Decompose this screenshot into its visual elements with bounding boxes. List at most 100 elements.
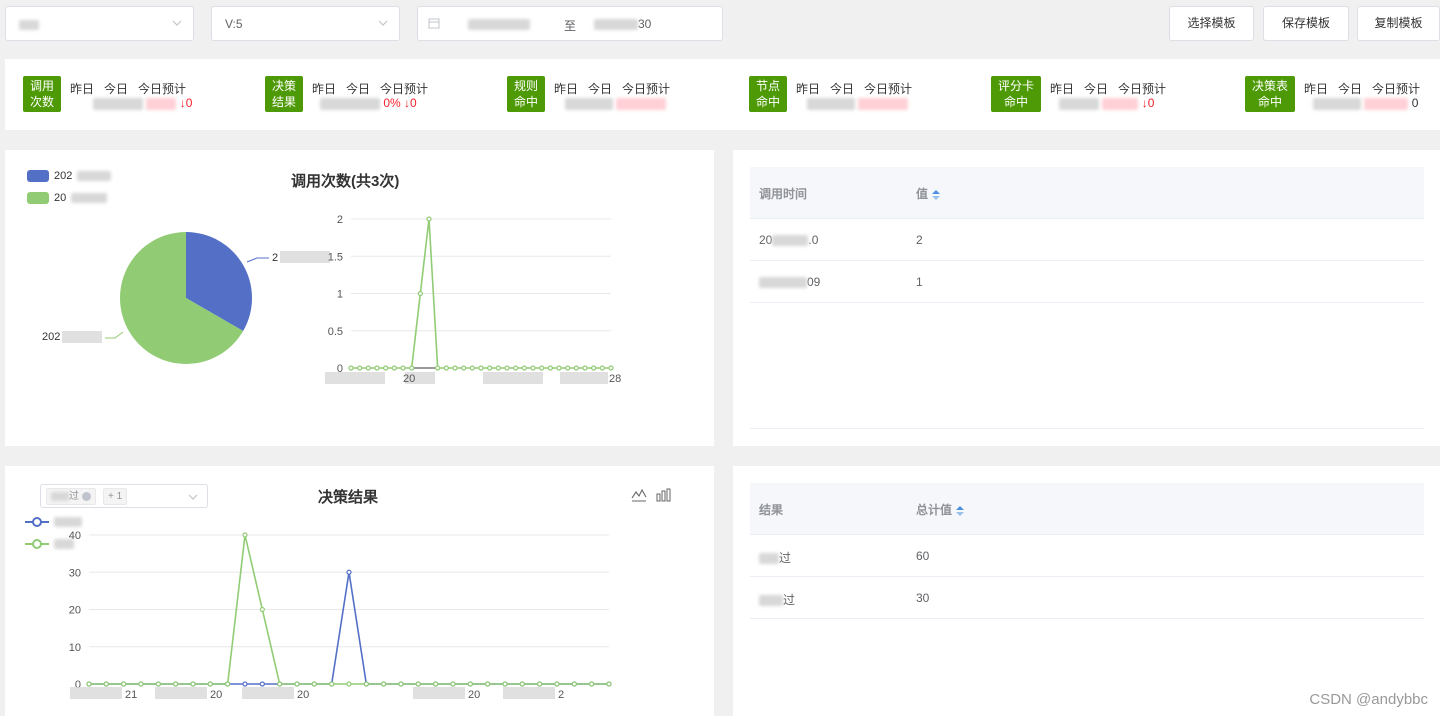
x-tick-label: 21	[125, 689, 137, 701]
data-point	[589, 681, 595, 687]
data-point	[190, 681, 196, 687]
select-template-button[interactable]: 选择模板	[1169, 6, 1254, 41]
calls-table-panel: 调用时间 值 20.0 2 09 1	[733, 150, 1440, 446]
data-point	[259, 606, 265, 613]
data-point	[485, 681, 491, 687]
data-point	[565, 365, 571, 371]
data-point	[504, 365, 510, 371]
data-point	[138, 681, 144, 687]
data-point	[467, 681, 473, 687]
data-point	[173, 681, 179, 687]
data-point	[591, 365, 597, 371]
data-point	[311, 681, 317, 687]
data-point	[433, 681, 439, 687]
blurred-tick	[560, 372, 608, 384]
x-tick-label: 2	[558, 689, 564, 701]
top-toolbar: V:5 至 30 选择模板 保存模板 复制模板	[0, 0, 1440, 48]
data-point	[547, 365, 553, 371]
data-point	[374, 365, 380, 371]
data-point	[435, 365, 441, 371]
data-point	[155, 681, 161, 687]
data-point	[242, 532, 248, 538]
data-point	[400, 365, 406, 371]
sort-icon[interactable]	[932, 189, 941, 200]
data-point	[606, 681, 612, 687]
data-point	[365, 365, 371, 371]
data-point	[582, 365, 588, 371]
data-point	[383, 365, 389, 371]
data-point	[495, 365, 501, 371]
table-row: 过 30	[750, 577, 1424, 619]
stat-tag: 调用 次数	[23, 76, 61, 112]
chevron-down-icon	[378, 20, 388, 26]
version-select[interactable]: V:5	[211, 6, 400, 41]
calls-chart-panel: 202 20 调用次数(共3次) 2 202 0 0.5 1 1.5 2 20 28	[5, 150, 714, 446]
data-point	[513, 365, 519, 371]
data-point	[478, 365, 484, 371]
data-point	[294, 681, 300, 687]
blurred-tick	[325, 372, 385, 384]
data-point	[103, 681, 109, 687]
calls-line-chart: 00.511.5220 28	[325, 214, 621, 385]
date-separator: 至	[564, 19, 577, 33]
data-point	[556, 365, 562, 371]
table-bottom-border	[750, 428, 1424, 429]
sort-icon[interactable]	[956, 505, 965, 516]
data-point	[348, 365, 354, 371]
data-point	[121, 681, 127, 687]
data-point	[426, 216, 432, 222]
data-point	[573, 365, 579, 371]
watermark: CSDN @andybbc	[1309, 691, 1428, 708]
data-point	[571, 681, 577, 687]
decision-table-panel: 结果 总计值 过 60 过 30	[733, 466, 1440, 716]
calendar-icon	[428, 18, 440, 29]
save-template-button[interactable]: 保存模板	[1263, 6, 1349, 41]
data-point	[346, 569, 352, 575]
table-row: 过 60	[750, 535, 1424, 577]
x-tick-label: 20	[210, 689, 222, 701]
y-tick-label: 20	[69, 605, 81, 617]
blurred-tick	[242, 687, 294, 699]
data-point	[521, 365, 527, 371]
y-tick-label: 0.5	[328, 326, 343, 338]
value-column-header[interactable]: 值	[916, 185, 941, 202]
date-range-picker[interactable]: 至 30	[417, 6, 723, 41]
date-end: 30	[594, 17, 651, 31]
app-select[interactable]	[5, 6, 194, 41]
blurred-tick	[483, 372, 543, 384]
data-point	[259, 681, 265, 687]
data-point	[554, 681, 560, 687]
table-row: 09 1	[750, 261, 1424, 303]
data-point	[469, 365, 475, 371]
data-point	[415, 681, 421, 687]
data-point	[537, 681, 543, 687]
x-tick-label: 28	[609, 373, 621, 385]
data-point	[277, 681, 283, 687]
data-point	[357, 365, 363, 371]
data-point	[381, 681, 387, 687]
decision-line-chart: 01020304021 20 20 20 2	[69, 530, 612, 701]
stats-strip: 调用 次数 昨日 今日 今日预计 ↓0 决策 结果 昨日 今日 今日预计 0% ↓0 规则命…	[5, 59, 1440, 130]
chevron-down-icon	[172, 20, 182, 26]
data-point	[409, 365, 415, 371]
blurred-tick	[413, 687, 465, 699]
table-row: 20.0 2	[750, 219, 1424, 261]
x-tick-label: 20	[468, 689, 480, 701]
y-tick-label: 10	[69, 642, 81, 654]
data-point	[391, 365, 397, 371]
y-tick-label: 1	[337, 289, 343, 301]
data-point	[417, 290, 423, 297]
total-column-header[interactable]: 总计值	[916, 501, 965, 518]
data-point	[530, 365, 536, 371]
date-start	[468, 17, 530, 31]
data-point	[519, 681, 525, 687]
y-tick-label: 30	[69, 567, 81, 579]
y-tick-label: 1.5	[328, 251, 343, 263]
blurred-tick	[70, 687, 122, 699]
y-tick-label: 2	[337, 214, 343, 226]
data-point	[363, 681, 369, 687]
x-tick-label: 20	[403, 373, 415, 385]
data-point	[86, 681, 92, 687]
copy-template-button[interactable]: 复制模板	[1357, 6, 1440, 41]
y-tick-label: 40	[69, 530, 81, 542]
